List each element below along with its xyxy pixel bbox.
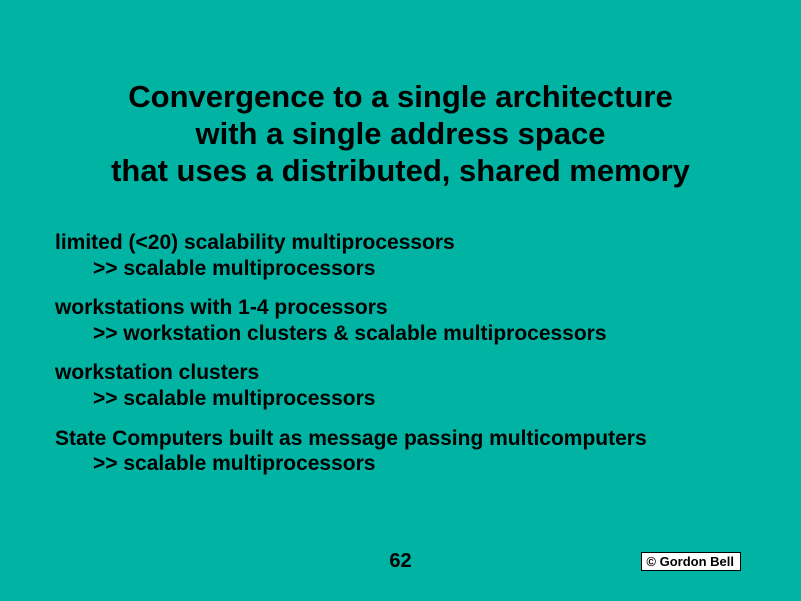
- bullet-point: workstations with 1-4 processors >> work…: [55, 295, 746, 346]
- bullet-point: State Computers built as message passing…: [55, 426, 746, 477]
- title-line-2: with a single address space: [195, 116, 605, 151]
- bullet-point: limited (<20) scalability multiprocessor…: [55, 230, 746, 281]
- copyright-label: © Gordon Bell: [641, 552, 741, 571]
- slide-footer: 62 © Gordon Bell: [0, 549, 801, 573]
- point-line-2: >> scalable multiprocessors: [55, 451, 746, 477]
- point-line-1: workstation clusters: [55, 361, 259, 384]
- point-line-2: >> workstation clusters & scalable multi…: [55, 321, 746, 347]
- point-line-2: >> scalable multiprocessors: [55, 256, 746, 282]
- bullet-point: workstation clusters >> scalable multipr…: [55, 360, 746, 411]
- title-line-3: that uses a distributed, shared memory: [111, 153, 690, 188]
- title-line-1: Convergence to a single architecture: [128, 79, 672, 114]
- point-line-1: workstations with 1-4 processors: [55, 296, 388, 319]
- slide-title: Convergence to a single architecture wit…: [50, 78, 751, 190]
- slide-body: limited (<20) scalability multiprocessor…: [55, 230, 746, 491]
- point-line-2: >> scalable multiprocessors: [55, 386, 746, 412]
- slide: Convergence to a single architecture wit…: [0, 0, 801, 601]
- point-line-1: State Computers built as message passing…: [55, 427, 647, 450]
- point-line-1: limited (<20) scalability multiprocessor…: [55, 231, 455, 254]
